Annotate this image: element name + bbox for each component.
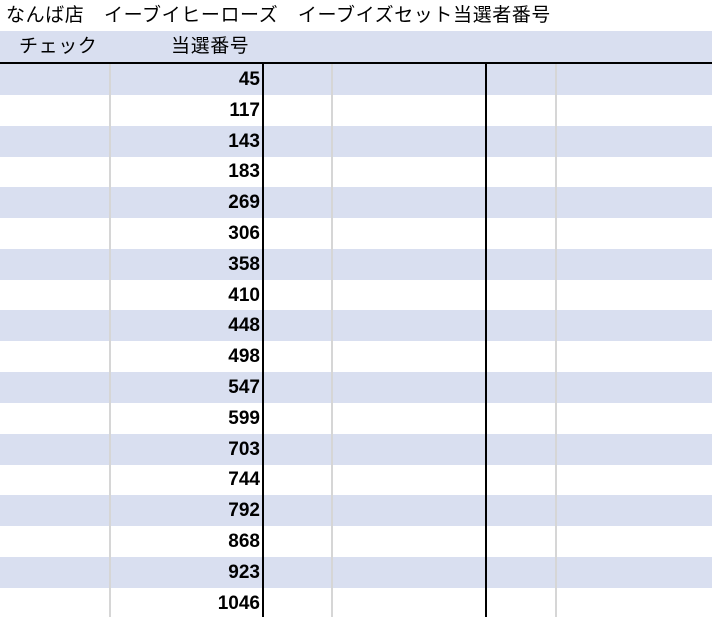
winning-number-column-header: 当選番号 [171,35,250,57]
winning-number-cell: 183 [228,161,260,183]
table-row: 410 [0,280,712,311]
gridline-vertical [555,64,557,617]
winning-number-cell: 45 [238,69,260,90]
winning-number-cell: 410 [228,284,260,306]
table-row: 868 [0,526,712,557]
table-row: 923 [0,556,712,588]
winning-number-cell: 1046 [217,592,260,614]
winning-number-cell: 744 [228,469,260,491]
winning-number-cell: 306 [228,223,260,244]
table-row: 143 [0,125,712,157]
check-column-header: チェック [19,35,98,57]
column-header-row: チェック 当選番号 [0,31,712,62]
table-row: 269 [0,187,712,219]
gridline-vertical-bold [485,64,487,617]
winning-number-cell: 143 [228,130,260,152]
winning-number-cell: 358 [228,253,260,275]
winning-number-cell: 269 [228,192,260,214]
winning-number-cell: 703 [228,438,260,460]
winning-number-cell: 923 [228,561,260,583]
gridline-vertical [109,64,111,617]
winning-number-cell: 498 [228,346,260,368]
winning-number-cell: 792 [228,500,260,522]
table-row: 703 [0,433,712,465]
sheet-title: なんば店 イーブイヒーローズ イーブイズセット当選者番号 [0,0,712,31]
table-row: 792 [0,495,712,527]
table-row: 117 [0,95,712,126]
table-row: 448 [0,310,712,342]
winning-number-cell: 547 [228,377,260,398]
winning-number-cell: 599 [228,407,260,429]
table-row: 45 [0,64,712,95]
table-row: 547 [0,372,712,403]
gridline-vertical [331,64,333,617]
table-row: 183 [0,156,712,187]
winning-number-table: 45 117 143 183 269 306 358 410 448 498 547 599 703 74… [0,64,712,617]
table-row: 498 [0,341,712,372]
winning-number-cell: 868 [228,531,260,552]
gridline-vertical-bold [262,64,264,617]
winning-number-cell: 117 [229,99,260,121]
table-row: 599 [0,403,712,434]
winning-number-cell: 448 [228,315,260,337]
table-row: 744 [0,464,712,495]
table-row: 306 [0,218,712,249]
table-row: 358 [0,248,712,280]
table-row: 1046 [0,588,712,619]
